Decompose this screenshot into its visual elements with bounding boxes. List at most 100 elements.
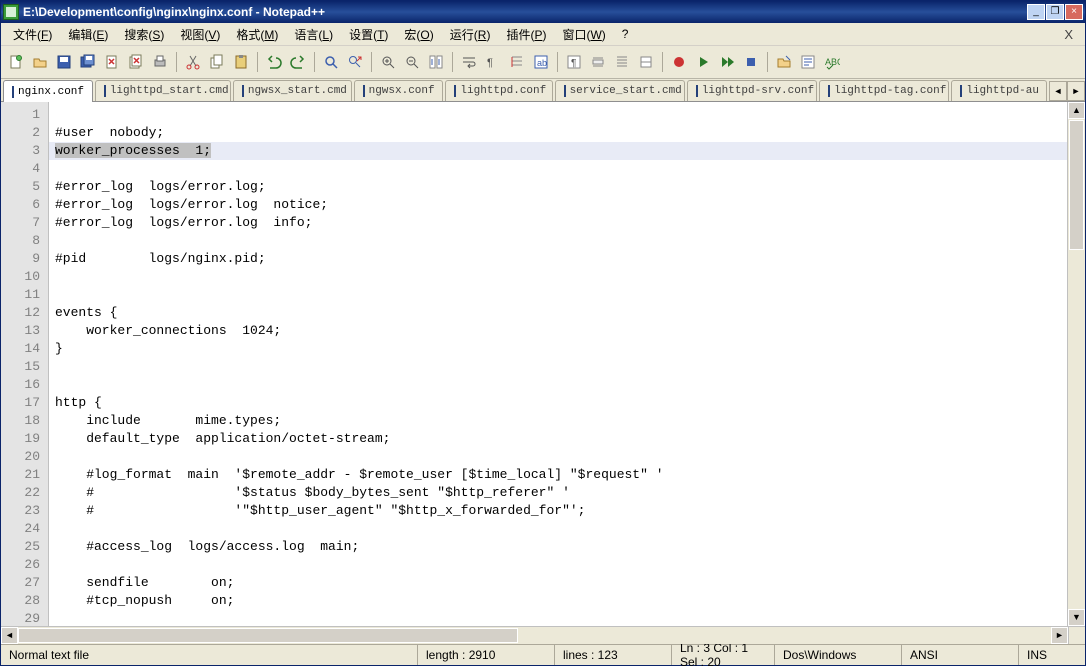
toggle-button[interactable]: [635, 51, 657, 73]
code-line[interactable]: events {: [49, 304, 1067, 322]
tab-scroll-left-button[interactable]: ◄: [1049, 81, 1067, 101]
stop-button[interactable]: [740, 51, 762, 73]
code-line[interactable]: [49, 106, 1067, 124]
menu-8[interactable]: 运行(R): [442, 24, 499, 45]
hscroll-track[interactable]: [18, 627, 1051, 644]
code-line[interactable]: #error_log logs/error.log notice;: [49, 196, 1067, 214]
code-editor[interactable]: #user nobody;worker_processes 1; #error_l…: [49, 102, 1067, 626]
cut-button[interactable]: [182, 51, 204, 73]
tab-service-start-cmd[interactable]: service_start.cmd: [555, 80, 685, 101]
menu-10[interactable]: 窗口(W): [554, 24, 613, 45]
spell-button[interactable]: ABC: [821, 51, 843, 73]
redo-button[interactable]: [287, 51, 309, 73]
copy-button[interactable]: [206, 51, 228, 73]
menu-5[interactable]: 语言(L): [286, 24, 341, 45]
tab-lighttpd-start-cmd[interactable]: lighttpd_start.cmd: [95, 80, 231, 101]
hscroll-left-button[interactable]: ◄: [1, 627, 18, 644]
menu-4[interactable]: 格式(M): [228, 24, 286, 45]
save-all-button[interactable]: [77, 51, 99, 73]
code-line[interactable]: #tcp_nopush on;: [49, 592, 1067, 610]
open-explorer-button[interactable]: [773, 51, 795, 73]
play-button[interactable]: [692, 51, 714, 73]
code-line[interactable]: [49, 376, 1067, 394]
line-number-gutter[interactable]: 1234567891011121314151617181920212223242…: [1, 102, 49, 626]
code-line[interactable]: [49, 520, 1067, 538]
code-line[interactable]: # '"$http_user_agent" "$http_x_forwarded…: [49, 502, 1067, 520]
zoom-in-button[interactable]: [377, 51, 399, 73]
code-line[interactable]: include mime.types;: [49, 412, 1067, 430]
close-document-button[interactable]: X: [1056, 25, 1081, 44]
code-line[interactable]: [49, 556, 1067, 574]
new-button[interactable]: [5, 51, 27, 73]
rec-button[interactable]: [668, 51, 690, 73]
fold-button[interactable]: [587, 51, 609, 73]
menu-0[interactable]: 文件(F): [5, 24, 60, 45]
unfold-button[interactable]: [611, 51, 633, 73]
all-chars-button[interactable]: ¶: [482, 51, 504, 73]
wrap-button[interactable]: [458, 51, 480, 73]
code-line[interactable]: default_type application/octet-stream;: [49, 430, 1067, 448]
function-list-button[interactable]: [797, 51, 819, 73]
code-line[interactable]: [49, 286, 1067, 304]
open-button[interactable]: [29, 51, 51, 73]
code-line[interactable]: [49, 610, 1067, 626]
tab-lighttpd-conf[interactable]: lighttpd.conf: [445, 80, 552, 101]
code-line[interactable]: worker_processes 1;: [49, 142, 1067, 160]
code-line[interactable]: [49, 160, 1067, 178]
replace-button[interactable]: [344, 51, 366, 73]
print-button[interactable]: [149, 51, 171, 73]
horizontal-scrollbar[interactable]: ◄ ►: [1, 626, 1085, 644]
menu-11[interactable]: ?: [614, 25, 637, 43]
code-line[interactable]: [49, 268, 1067, 286]
scroll-up-button[interactable]: ▲: [1068, 102, 1085, 119]
menu-3[interactable]: 视图(V): [172, 24, 228, 45]
code-line[interactable]: # '$status $body_bytes_sent "$http_refer…: [49, 484, 1067, 502]
code-line[interactable]: sendfile on;: [49, 574, 1067, 592]
code-line[interactable]: #error_log logs/error.log info;: [49, 214, 1067, 232]
code-line[interactable]: #log_format main '$remote_addr - $remote…: [49, 466, 1067, 484]
menu-9[interactable]: 插件(P): [498, 24, 554, 45]
find-button[interactable]: [320, 51, 342, 73]
indent-guide-button[interactable]: [506, 51, 528, 73]
code-line[interactable]: #pid logs/nginx.pid;: [49, 250, 1067, 268]
code-line[interactable]: http {: [49, 394, 1067, 412]
tab-nginx-conf[interactable]: nginx.conf: [3, 80, 93, 102]
menu-7[interactable]: 宏(O): [396, 24, 441, 45]
tab-lighttpd-au[interactable]: lighttpd-au: [951, 80, 1047, 101]
code-line[interactable]: [49, 232, 1067, 250]
save-button[interactable]: [53, 51, 75, 73]
lang-button[interactable]: ab: [530, 51, 552, 73]
scroll-thumb[interactable]: [1069, 120, 1084, 250]
menu-6[interactable]: 设置(T): [341, 24, 396, 45]
close-all-button[interactable]: [125, 51, 147, 73]
play-multi-button[interactable]: [716, 51, 738, 73]
scroll-down-button[interactable]: ▼: [1068, 609, 1085, 626]
tab-scroll-right-button[interactable]: ►: [1067, 81, 1085, 101]
code-line[interactable]: [49, 448, 1067, 466]
paste-button[interactable]: [230, 51, 252, 73]
menu-1[interactable]: 编辑(E): [60, 24, 116, 45]
code-line[interactable]: #user nobody;: [49, 124, 1067, 142]
vertical-scrollbar[interactable]: ▲ ▼: [1067, 102, 1085, 626]
code-line[interactable]: #error_log logs/error.log;: [49, 178, 1067, 196]
tab-lighttpd-tag-conf[interactable]: lighttpd-tag.conf: [819, 80, 949, 101]
code-line[interactable]: [49, 358, 1067, 376]
code-line[interactable]: }: [49, 340, 1067, 358]
pilcrow-button[interactable]: ¶: [563, 51, 585, 73]
tab-ngwsx-conf[interactable]: ngwsx.conf: [354, 80, 444, 101]
minimize-button[interactable]: _: [1027, 4, 1045, 20]
close-button[interactable]: [101, 51, 123, 73]
close-button[interactable]: ×: [1065, 4, 1083, 20]
menu-2[interactable]: 搜索(S): [116, 24, 172, 45]
title-bar[interactable]: E:\Development\config\nginx\nginx.conf -…: [1, 1, 1085, 23]
undo-button[interactable]: [263, 51, 285, 73]
sync-v-button[interactable]: [425, 51, 447, 73]
maximize-button[interactable]: ❐: [1046, 4, 1064, 20]
tab-lighttpd-srv-conf[interactable]: lighttpd-srv.conf: [687, 80, 817, 101]
hscroll-right-button[interactable]: ►: [1051, 627, 1068, 644]
code-line[interactable]: worker_connections 1024;: [49, 322, 1067, 340]
code-line[interactable]: #access_log logs/access.log main;: [49, 538, 1067, 556]
hscroll-thumb[interactable]: [18, 628, 518, 643]
tab-ngwsx-start-cmd[interactable]: ngwsx_start.cmd: [233, 80, 352, 101]
zoom-out-button[interactable]: [401, 51, 423, 73]
